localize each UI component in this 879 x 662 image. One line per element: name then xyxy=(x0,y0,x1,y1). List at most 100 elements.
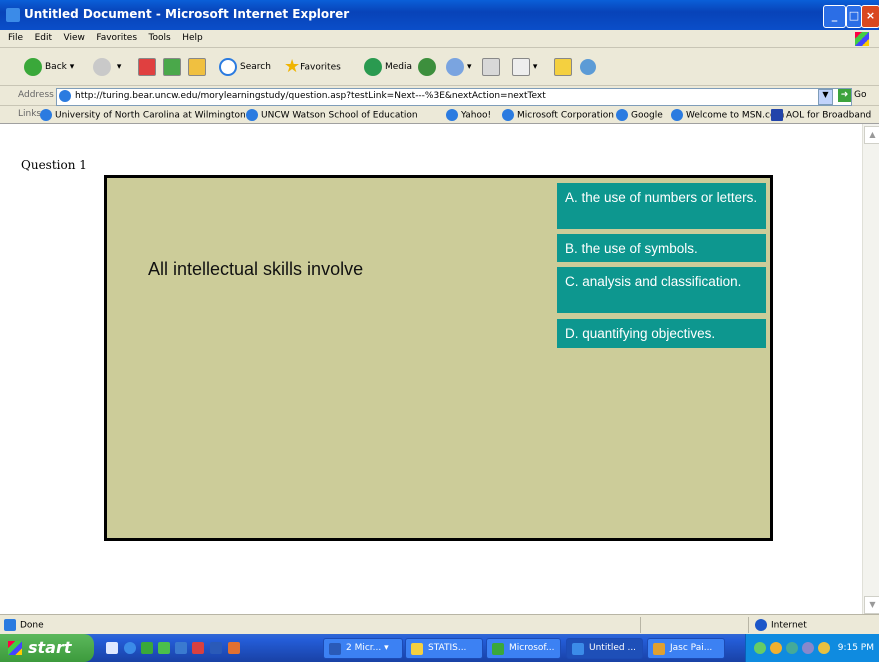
choice-b-button[interactable]: B. the use of symbols. xyxy=(557,234,766,262)
question-stem: All intellectual skills involve xyxy=(148,259,364,279)
discuss-button[interactable] xyxy=(554,56,572,78)
page-icon xyxy=(59,90,71,102)
windows-logo-icon xyxy=(855,32,869,46)
ie-icon xyxy=(572,643,584,655)
stop-button[interactable] xyxy=(138,56,156,78)
link-watson[interactable]: UNCW Watson School of Education xyxy=(246,109,418,121)
go-arrow-icon: ➜ xyxy=(838,89,851,102)
folder-icon xyxy=(411,643,423,655)
forward-button[interactable]: ▾ xyxy=(93,56,121,78)
clock[interactable]: 9:15 PM xyxy=(838,634,874,662)
address-input[interactable]: http://turing.bear.uncw.edu/morylearning… xyxy=(56,88,852,106)
tray-messenger-icon[interactable] xyxy=(802,642,814,654)
question-number: Question 1 xyxy=(21,158,87,172)
mail-button[interactable]: ▾ xyxy=(446,56,472,78)
links-bar: Links University of North Carolina at Wi… xyxy=(0,106,879,124)
link-icon xyxy=(40,109,52,121)
link-icon xyxy=(771,109,783,121)
quicklaunch-paint-icon[interactable] xyxy=(228,642,240,654)
menu-favorites[interactable]: Favorites xyxy=(96,33,137,43)
system-tray: 9:15 PM xyxy=(745,634,879,662)
ie-icon xyxy=(6,8,20,22)
link-microsoft[interactable]: Microsoft Corporation xyxy=(502,109,614,121)
menu-help[interactable]: Help xyxy=(182,33,203,43)
vertical-scrollbar[interactable]: ▲ ▼ xyxy=(862,124,879,614)
star-icon: ★ xyxy=(284,56,301,77)
globe-icon xyxy=(755,619,767,631)
link-icon xyxy=(671,109,683,121)
scroll-down-arrow[interactable]: ▼ xyxy=(864,596,879,614)
print-icon xyxy=(482,57,500,76)
quicklaunch-app-icon[interactable] xyxy=(175,642,187,654)
windows-flag-icon xyxy=(8,641,22,655)
link-google[interactable]: Google xyxy=(616,109,663,121)
task-microsoft[interactable]: Microsof... xyxy=(486,638,561,659)
choice-c-button[interactable]: C. analysis and classification. xyxy=(557,267,766,313)
quicklaunch-ie-icon[interactable] xyxy=(124,642,136,654)
start-button[interactable]: start xyxy=(0,634,94,662)
task-jasc[interactable]: Jasc Pai... xyxy=(647,638,725,659)
task-statis[interactable]: STATIS... xyxy=(405,638,483,659)
menu-file[interactable]: File xyxy=(8,33,23,43)
maximize-button[interactable]: □ xyxy=(846,5,862,28)
address-dropdown[interactable]: ▼ xyxy=(818,89,833,105)
address-bar: Address http://turing.bear.uncw.edu/mory… xyxy=(0,86,879,106)
address-url: http://turing.bear.uncw.edu/morylearning… xyxy=(75,91,546,101)
choice-d-button[interactable]: D. quantifying objectives. xyxy=(557,319,766,348)
print-button[interactable] xyxy=(482,56,500,78)
messenger-icon xyxy=(580,58,596,75)
menu-edit[interactable]: Edit xyxy=(35,33,52,43)
messenger-button[interactable] xyxy=(580,56,599,78)
link-icon xyxy=(446,109,458,121)
search-button[interactable]: Search xyxy=(219,56,271,78)
search-icon xyxy=(219,57,237,76)
link-aol[interactable]: AOL for Broadband xyxy=(771,109,871,121)
edit-button[interactable]: ▾ xyxy=(512,56,537,78)
favorites-button[interactable]: ★Favorites xyxy=(284,56,341,78)
link-msn[interactable]: Welcome to MSN.com xyxy=(671,109,784,121)
tray-app-icon[interactable] xyxy=(770,642,782,654)
title-bar[interactable]: Untitled Document - Microsoft Internet E… xyxy=(0,0,879,30)
status-divider xyxy=(748,617,749,633)
page-icon xyxy=(4,619,16,631)
window-title: Untitled Document - Microsoft Internet E… xyxy=(24,7,350,21)
menu-bar: File Edit View Favorites Tools Help xyxy=(0,30,879,48)
refresh-button[interactable] xyxy=(163,56,181,78)
menu-tools[interactable]: Tools xyxy=(149,33,171,43)
address-label: Address xyxy=(18,90,54,100)
question-panel xyxy=(104,175,773,541)
history-button[interactable] xyxy=(418,56,439,78)
choice-a-button[interactable]: A. the use of numbers or letters. xyxy=(557,183,766,229)
task-word[interactable]: 2 Micr... ▾ xyxy=(323,638,403,659)
quicklaunch-word-icon[interactable] xyxy=(210,642,222,654)
task-untitled-ie[interactable]: Untitled ... xyxy=(566,638,643,659)
link-icon xyxy=(502,109,514,121)
link-uncw[interactable]: University of North Carolina at Wilmingt… xyxy=(40,109,246,121)
link-icon xyxy=(246,109,258,121)
status-divider xyxy=(640,617,641,633)
refresh-icon xyxy=(163,57,181,76)
link-yahoo[interactable]: Yahoo! xyxy=(446,109,491,121)
tray-volume-icon[interactable] xyxy=(786,642,798,654)
tray-update-icon[interactable] xyxy=(818,642,830,654)
menu-view[interactable]: View xyxy=(64,33,85,43)
quicklaunch-excel-icon[interactable] xyxy=(141,642,153,654)
back-button[interactable]: Back ▾ xyxy=(24,56,74,78)
home-button[interactable] xyxy=(188,56,206,78)
links-label: Links xyxy=(18,109,42,119)
go-button[interactable]: ➜ Go xyxy=(838,89,866,102)
quicklaunch-desktop-icon[interactable] xyxy=(106,642,118,654)
close-button[interactable]: × xyxy=(861,5,879,28)
quicklaunch-powerpoint-icon[interactable] xyxy=(192,642,204,654)
media-icon xyxy=(364,57,382,76)
link-icon xyxy=(616,109,628,121)
scroll-up-arrow[interactable]: ▲ xyxy=(864,126,879,144)
tray-network-icon[interactable] xyxy=(754,642,766,654)
folder-icon xyxy=(554,57,572,76)
standard-toolbar: Back ▾ ▾ Search ★Favorites Media ▾ ▾ xyxy=(0,48,879,86)
stop-icon xyxy=(138,57,156,76)
quicklaunch-excel2-icon[interactable] xyxy=(158,642,170,654)
media-button[interactable]: Media xyxy=(364,56,412,78)
minimize-button[interactable]: _ xyxy=(823,5,846,28)
status-done: Done xyxy=(4,619,44,631)
